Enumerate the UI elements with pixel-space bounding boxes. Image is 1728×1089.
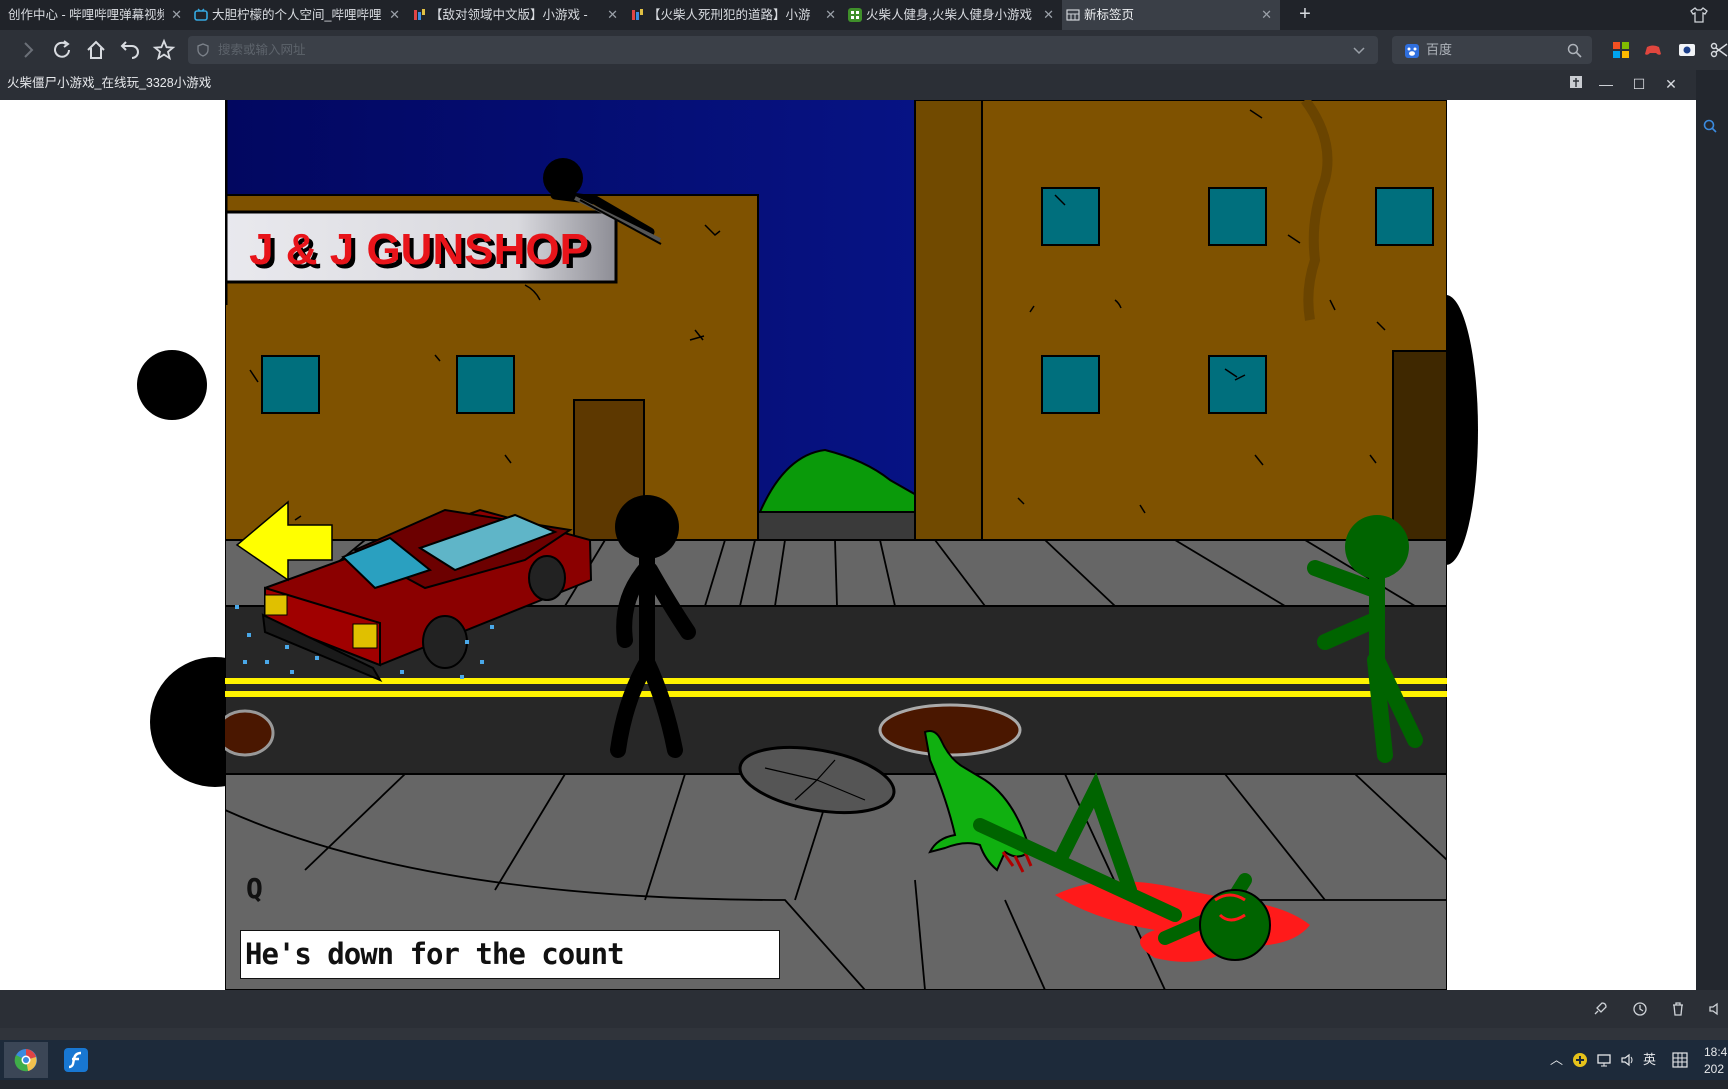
tab-hostile-domain-game[interactable]: 【敌对领域中文版】小游戏 - ✕ xyxy=(408,0,626,30)
game-stage[interactable]: J & J GUNSHOP J & J GUNSHOP xyxy=(225,100,1447,990)
tray-green-plus-icon[interactable] xyxy=(1572,1052,1588,1068)
tab-title: 新标签页 xyxy=(1084,8,1135,22)
maximize-button[interactable]: ☐ xyxy=(1628,74,1650,94)
chevron-down-icon[interactable] xyxy=(1352,43,1366,57)
new-tab-button[interactable]: + xyxy=(1290,0,1320,30)
game-portal-icon xyxy=(848,8,862,22)
skin-shirt-icon[interactable] xyxy=(1690,6,1708,24)
rocket-icon[interactable] xyxy=(1592,1001,1608,1017)
browser-status-bar xyxy=(0,990,1728,1028)
tab-stickman-prisoner-game[interactable]: 【火柴人死刑犯的道路】小游 ✕ xyxy=(626,0,844,30)
status-divider xyxy=(0,1028,1728,1040)
newtab-grid-icon xyxy=(1066,9,1080,21)
close-icon[interactable]: ✕ xyxy=(1043,0,1054,30)
right-building xyxy=(981,100,1447,541)
volume-icon[interactable] xyxy=(1708,1001,1724,1017)
window xyxy=(1208,355,1267,414)
close-icon[interactable]: ✕ xyxy=(825,0,836,30)
search-icon[interactable] xyxy=(1567,43,1582,58)
game-site-icon xyxy=(414,9,425,20)
shield-icon xyxy=(197,43,209,57)
window xyxy=(261,355,320,414)
tab-title: 【火柴人死刑犯的道路】小游 xyxy=(648,8,811,22)
window xyxy=(456,355,515,414)
os-taskbar: ︿ 英 18:4 202 xyxy=(0,1040,1728,1080)
ime-grid-icon[interactable] xyxy=(1672,1052,1688,1068)
dead-zombie-head xyxy=(1199,889,1271,961)
close-icon[interactable]: ✕ xyxy=(389,0,400,30)
dialogue-text: He's down for the count xyxy=(245,937,625,971)
side-search-icon[interactable] xyxy=(1702,118,1718,134)
bilibili-tv-icon xyxy=(194,8,208,21)
tab-title: 大胆柠檬的个人空间_哔哩哔哩 xyxy=(212,8,382,22)
tray-chevron-up-icon[interactable]: ︿ xyxy=(1550,1040,1563,1080)
gamepad-icon[interactable] xyxy=(1644,41,1662,59)
window xyxy=(1375,187,1434,246)
tab-title: 【敌对领域中文版】小游戏 - xyxy=(430,8,588,22)
screen-capture-icon[interactable] xyxy=(1678,41,1696,59)
manhole-left xyxy=(225,709,275,757)
pin-icon[interactable] xyxy=(1565,74,1587,94)
hint-key-label: Q xyxy=(246,872,263,905)
close-icon[interactable]: ✕ xyxy=(607,0,618,30)
tab-bar: 创作中心 - 哔哩哔哩弹幕视频 ✕ 大胆柠檬的个人空间_哔哩哔哩 ✕ 【敌对领域… xyxy=(0,0,1728,30)
scissors-icon[interactable] xyxy=(1710,41,1728,59)
taskbar-flash-button[interactable] xyxy=(54,1042,98,1078)
close-window-button[interactable]: ✕ xyxy=(1660,74,1682,94)
game-window-titlebar: 火柴僵尸小游戏_在线玩_3328小游戏 — ☐ ✕ xyxy=(0,70,1696,100)
ime-indicator[interactable]: 英 xyxy=(1643,1040,1656,1080)
search-engine-label: 百度 xyxy=(1426,42,1453,57)
road-line xyxy=(225,691,1447,697)
road-line xyxy=(225,678,1447,684)
alley-wall xyxy=(914,100,983,541)
black-circle-artifact xyxy=(137,350,207,420)
app-grid-icon[interactable] xyxy=(1612,41,1630,59)
reload-icon[interactable] xyxy=(50,38,74,62)
tab-title: 火柴人健身,火柴人健身小游戏 xyxy=(866,8,1032,22)
minimize-button[interactable]: — xyxy=(1595,74,1617,94)
trash-icon[interactable] xyxy=(1670,1001,1686,1017)
search-box[interactable]: 百度 xyxy=(1392,36,1592,64)
game-site-icon xyxy=(632,9,643,20)
forward-icon[interactable] xyxy=(16,38,40,62)
dialogue-box: He's down for the count xyxy=(240,930,780,979)
close-icon[interactable]: ✕ xyxy=(1261,0,1272,30)
bookmark-star-icon[interactable] xyxy=(152,38,176,62)
side-panel xyxy=(1696,100,1728,990)
browser-toolbar: 搜索或输入网址 百度 xyxy=(0,30,1728,70)
download-clock-icon[interactable] xyxy=(1632,1001,1648,1017)
home-icon[interactable] xyxy=(84,38,108,62)
gunshop-sign-text: J & J GUNSHOP xyxy=(249,225,589,274)
network-icon[interactable] xyxy=(1596,1052,1612,1068)
close-icon[interactable]: ✕ xyxy=(171,0,182,30)
open-manhole xyxy=(878,703,1022,757)
right-door xyxy=(1392,350,1447,541)
undo-close-icon[interactable] xyxy=(118,38,142,62)
window xyxy=(1041,355,1100,414)
tab-bilibili-creator[interactable]: 创作中心 - 哔哩哔哩弹幕视频 ✕ xyxy=(0,0,190,30)
baidu-paw-icon xyxy=(1405,44,1419,58)
tab-new-tab[interactable]: 新标签页 ✕ xyxy=(1062,0,1280,30)
window xyxy=(1041,187,1100,246)
tab-title: 创作中心 - 哔哩哔哩弹幕视频 xyxy=(8,8,164,22)
address-placeholder: 搜索或输入网址 xyxy=(218,43,306,57)
flash-player-icon xyxy=(64,1048,88,1072)
clock-date[interactable]: 202 xyxy=(1704,1049,1724,1089)
speaker-icon[interactable] xyxy=(1620,1052,1636,1068)
taskbar-browser-button[interactable] xyxy=(4,1042,48,1078)
tab-stickman-fitness-game[interactable]: 火柴人健身,火柴人健身小游戏 ✕ xyxy=(844,0,1062,30)
browser-app-icon xyxy=(14,1049,37,1072)
window-title: 火柴僵尸小游戏_在线玩_3328小游戏 xyxy=(7,76,212,90)
address-bar[interactable]: 搜索或输入网址 xyxy=(188,36,1378,64)
window xyxy=(1208,187,1267,246)
page-content: J & J GUNSHOP J & J GUNSHOP Q He's down … xyxy=(0,100,1696,990)
tab-bilibili-space[interactable]: 大胆柠檬的个人空间_哔哩哔哩 ✕ xyxy=(190,0,408,30)
